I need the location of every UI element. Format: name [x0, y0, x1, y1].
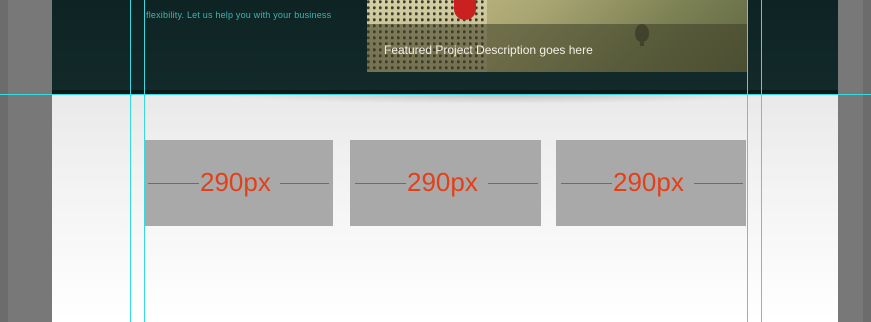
dimension-line-right	[280, 183, 329, 184]
vertical-guide[interactable]	[144, 0, 145, 322]
vertical-guide[interactable]	[130, 0, 131, 322]
featured-project-image: Featured Project Description goes here	[367, 0, 748, 72]
column-width-label: 290px	[200, 167, 271, 197]
dimension-line-right	[694, 183, 743, 184]
dimension-line-left	[148, 183, 199, 184]
column-box: 290px	[556, 140, 746, 226]
vertical-guide[interactable]	[747, 0, 748, 322]
design-canvas: flexibility. Let us help you with your b…	[0, 0, 871, 322]
horizontal-guide[interactable]	[0, 94, 871, 95]
dimension-line-left	[355, 183, 406, 184]
pasteboard-right	[838, 0, 871, 322]
column-box: 290px	[350, 140, 541, 226]
dimension-line-right	[488, 183, 538, 184]
column-width-label: 290px	[613, 167, 684, 197]
vertical-guide[interactable]	[761, 0, 762, 322]
header-tagline: flexibility. Let us help you with your b…	[146, 10, 332, 20]
dimension-line-left	[561, 183, 612, 184]
pasteboard-left	[0, 0, 52, 322]
column-width-label: 290px	[407, 167, 478, 197]
featured-caption: Featured Project Description goes here	[384, 43, 593, 57]
column-box: 290px	[145, 140, 333, 226]
